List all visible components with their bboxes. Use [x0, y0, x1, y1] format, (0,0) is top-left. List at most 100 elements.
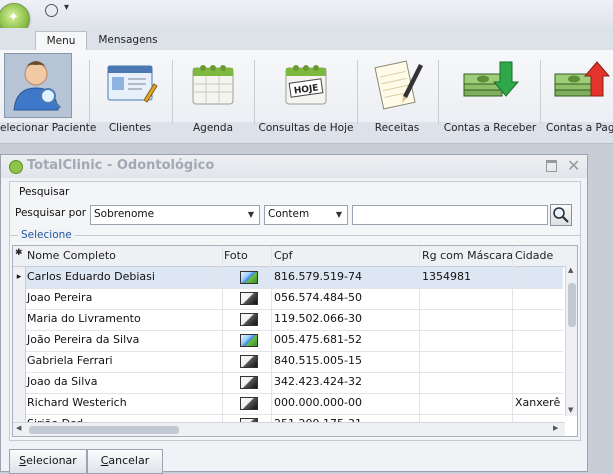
chevron-down-icon[interactable]: ▼: [244, 207, 258, 223]
patients-grid[interactable]: ✱ Nome Completo Foto Cpf Rg com Máscara …: [12, 245, 578, 437]
cancel-button[interactable]: Cancelar: [87, 449, 163, 474]
maximize-icon[interactable]: [546, 160, 557, 172]
select-patient-button[interactable]: elecionar Paciente: [0, 50, 97, 142]
table-row[interactable]: Gabriela Ferrari 840.515.005-15: [13, 351, 563, 373]
agenda-button[interactable]: Agenda: [176, 50, 250, 142]
row-indicator[interactable]: [13, 288, 26, 309]
table-row[interactable]: Joao da Silva 342.423.424-32: [13, 372, 563, 394]
quick-access-dropdown-icon[interactable]: ▾: [64, 2, 69, 13]
dialog-title-bar[interactable]: TotalClinic - Odontológico ✕: [1, 155, 587, 178]
tab-mensagens[interactable]: Mensagens: [92, 31, 164, 50]
prescriptions-label: Receitas: [374, 122, 420, 134]
search-mode-select[interactable]: Contem ▼: [264, 205, 348, 225]
header-row-indicator: ✱: [15, 248, 23, 258]
photo-thumbnail-icon: [240, 355, 258, 368]
calendar-icon: [192, 65, 234, 105]
select-button-label: Selecionar: [19, 454, 77, 467]
scroll-left-icon[interactable]: ◀: [16, 424, 21, 432]
search-group: Pesquisar Pesquisar por Sobrenome ▼ Cont…: [9, 181, 581, 243]
clients-label: Clientes: [108, 122, 152, 134]
close-icon[interactable]: ✕: [567, 156, 580, 175]
row-indicator[interactable]: [13, 414, 26, 422]
search-input[interactable]: [352, 205, 548, 225]
cancel-button-label: Cancelar: [100, 454, 150, 467]
cell-cpf: 000.000.000-00: [274, 396, 362, 409]
cell-name: João Pereira da Silva: [27, 333, 140, 346]
col-header-cpf[interactable]: Cpf: [274, 249, 293, 262]
cell-name: Gabriela Ferrari: [27, 354, 113, 367]
search-icon: [553, 207, 569, 223]
photo-thumbnail-icon: [240, 397, 258, 410]
ribbon-separator: [89, 60, 90, 124]
row-indicator[interactable]: [13, 372, 26, 393]
table-row[interactable]: Maria do Livramento 119.502.066-30: [13, 309, 563, 331]
select-button[interactable]: Selecionar: [9, 449, 87, 474]
scroll-right-icon[interactable]: ▶: [553, 424, 558, 432]
cell-name: Maria do Livramento: [27, 312, 141, 325]
todays-appointments-button[interactable]: HOJE Consultas de Hoje: [258, 50, 354, 142]
table-row[interactable]: João Pereira da Silva 005.475.681-52: [13, 330, 563, 352]
row-indicator[interactable]: ▸: [13, 267, 26, 288]
table-row[interactable]: Richard Westerich 000.000.000-00 Xanxerê: [13, 393, 563, 415]
grid-body: ▸ Carlos Eduardo Debiasi 816.579.519-74 135…: [13, 267, 565, 422]
money-receive-icon: [463, 61, 520, 97]
table-row[interactable]: Sirião Dcd251.209.175-31: [13, 414, 563, 422]
cell-name: Carlos Eduardo Debiasi: [27, 270, 155, 283]
accounts-receivable-label: Contas a Receber: [443, 122, 537, 134]
photo-thumbnail-icon: [240, 334, 258, 347]
todays-appointments-label: Consultas de Hoje: [258, 122, 354, 134]
accounts-receivable-button[interactable]: Contas a Receber: [442, 50, 538, 142]
table-row[interactable]: Joao Pereira 056.574.484-50: [13, 288, 563, 310]
accounts-payable-button[interactable]: Contas a Paga: [543, 50, 613, 142]
horizontal-scroll-thumb[interactable]: [29, 426, 179, 434]
ribbon: elecionar Paciente Clientes Agenda HOJE …: [0, 50, 613, 144]
select-patient-label: elecionar Paciente: [0, 122, 97, 134]
vertical-scroll-thumb[interactable]: [568, 283, 576, 327]
cell-cpf: 119.502.066-30: [274, 312, 362, 325]
cell-cpf: 005.475.681-52: [274, 333, 362, 346]
row-indicator[interactable]: [13, 351, 26, 372]
col-header-name[interactable]: Nome Completo: [27, 249, 116, 262]
prescriptions-button[interactable]: Receitas: [360, 50, 434, 142]
ribbon-separator: [254, 60, 255, 124]
results-group-title: Selecione: [18, 229, 75, 241]
search-field-select[interactable]: Sobrenome ▼: [90, 205, 260, 225]
search-mode-value: Contem: [268, 208, 310, 220]
photo-thumbnail-icon: [240, 292, 258, 305]
vertical-scrollbar[interactable]: ▲ ▼: [565, 266, 577, 416]
accounts-payable-label: Contas a Paga: [546, 122, 613, 134]
patient-search-icon: [13, 61, 62, 111]
photo-thumbnail-icon: [240, 271, 258, 284]
row-indicator[interactable]: [13, 330, 26, 351]
cell-name: Joao Pereira: [27, 291, 93, 304]
table-row[interactable]: ▸ Carlos Eduardo Debiasi 816.579.519-74 135…: [13, 267, 563, 289]
dialog-app-icon: [9, 160, 23, 174]
row-indicator[interactable]: [13, 393, 26, 414]
quick-access-circle-icon[interactable]: [45, 4, 58, 17]
title-bar: ✦ ▾: [0, 0, 613, 35]
scroll-up-icon[interactable]: ▲: [568, 266, 573, 274]
col-header-city[interactable]: Cidade: [515, 249, 553, 262]
results-group: Selecione ✱ Nome Completo Foto Cpf Rg co…: [9, 229, 581, 441]
row-indicator[interactable]: [13, 309, 26, 330]
cell-name: Richard Westerich: [27, 396, 127, 409]
scroll-down-icon[interactable]: ▼: [568, 406, 573, 414]
contact-card-icon: [107, 65, 158, 103]
ribbon-separator: [357, 60, 358, 124]
search-by-label: Pesquisar por: [15, 207, 87, 219]
col-header-rg[interactable]: Rg com Máscara: [422, 249, 513, 262]
clients-button[interactable]: Clientes: [92, 50, 168, 142]
horizontal-scrollbar[interactable]: ◀ ▶: [13, 422, 565, 436]
col-header-photo[interactable]: Foto: [224, 249, 248, 262]
dialog-title: TotalClinic - Odontológico: [27, 158, 215, 173]
ribbon-separator: [540, 60, 541, 124]
ribbon-tab-strip: Menu Mensagens: [0, 28, 613, 51]
search-button[interactable]: [550, 204, 572, 226]
money-pay-icon: [554, 61, 611, 97]
chevron-down-icon[interactable]: ▼: [332, 207, 346, 223]
cell-cpf: 056.574.484-50: [274, 291, 362, 304]
cell-city: Xanxerê: [515, 396, 561, 409]
notepad-pen-icon: [374, 60, 423, 110]
tab-menu[interactable]: Menu: [35, 31, 87, 51]
photo-thumbnail-icon: [240, 376, 258, 389]
